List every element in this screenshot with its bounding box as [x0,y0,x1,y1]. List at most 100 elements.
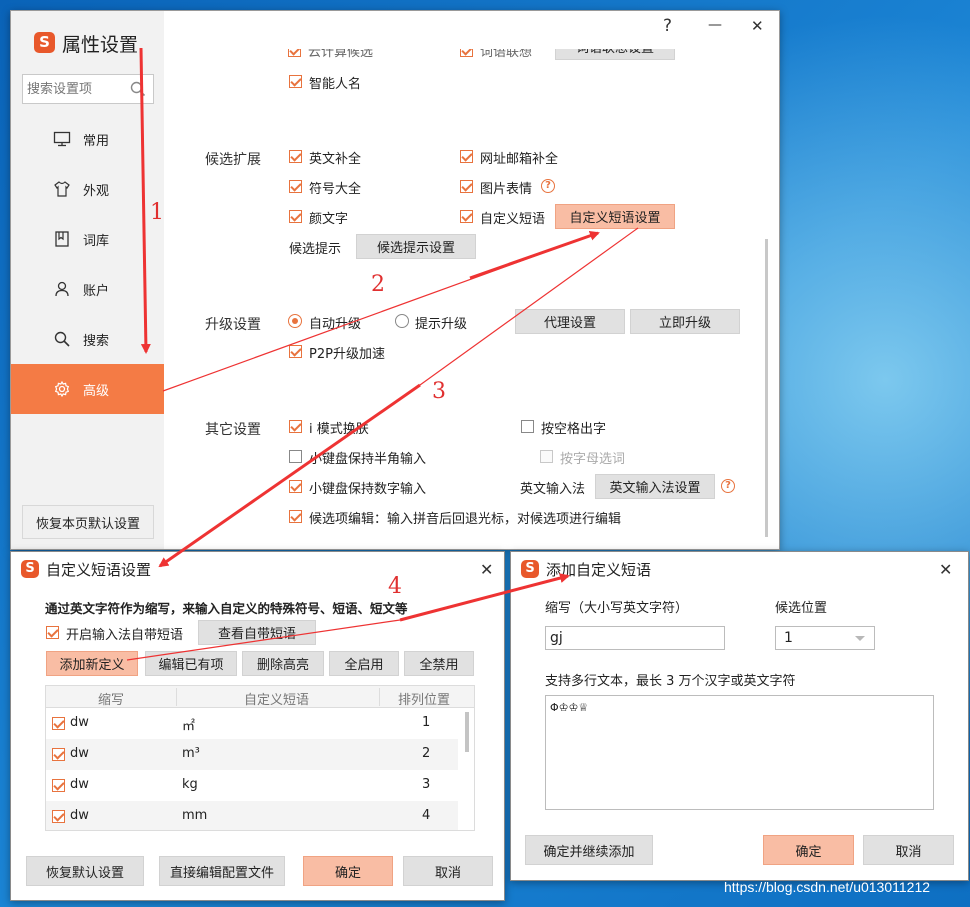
imode-skin-label: i 模式换肤 [309,422,369,437]
letter-select-label: 按字母选词 [560,452,626,467]
sogou-logo: S [521,560,539,578]
p2p-checkbox[interactable] [289,345,302,358]
symbols-checkbox[interactable] [289,180,302,193]
nav-item-lexicon[interactable]: 词库 [11,214,164,264]
candidate-edit-checkbox[interactable] [289,510,302,523]
english-complete-checkbox[interactable] [289,150,302,163]
numpad-digit-checkbox[interactable] [289,480,302,493]
letter-select-checkbox[interactable] [540,450,553,463]
smart-name-label: 智能人名 [309,77,362,92]
nav-label: 高级 [83,384,110,399]
table-scrollbar[interactable] [465,712,469,752]
symbols-label: 符号大全 [309,182,362,197]
view-builtin-button[interactable]: 查看自带短语 [198,620,316,645]
english-ime-settings-button[interactable]: 英文输入法设置 [595,474,715,499]
prompt-upgrade-radio[interactable] [395,314,409,328]
window-title: 属性设置 [62,34,139,56]
table-row[interactable]: dw ㎡ 1 [46,708,458,739]
position-value: 1 [784,630,793,646]
proxy-settings-button[interactable]: 代理设置 [515,309,625,334]
upgrade-heading: 升级设置 [205,317,261,333]
add-new-button[interactable]: 添加新定义 [46,651,138,676]
ok-button[interactable]: 确定 [763,835,854,865]
disable-all-button[interactable]: 全禁用 [404,651,474,676]
row-abbr: dw [70,715,89,730]
search-input[interactable] [27,80,127,98]
imode-skin-checkbox[interactable] [289,420,302,433]
row-phrase: ㎡ [182,719,196,734]
abbr-label: 缩写（大小写英文字符） [545,601,689,616]
nav-label: 词库 [83,234,110,249]
upgrade-now-button[interactable]: 立即升级 [630,309,740,334]
enable-builtin-phrase-checkbox[interactable] [46,626,59,639]
edit-existing-button[interactable]: 编辑已有项 [145,651,237,676]
annotation-number-2: 2 [371,272,385,297]
search-icon [54,331,70,347]
candidate-tip-settings-button[interactable]: 候选提示设置 [356,234,476,259]
abbr-input[interactable]: gj [545,626,725,650]
cancel-button[interactable]: 取消 [863,835,954,865]
candidate-edit-label: 候选项编辑：输入拼音后回退光标，对候选项进行编辑 [309,512,622,527]
table-row[interactable]: dw m³ 2 [46,739,458,770]
phrase-textarea[interactable]: Φ♔♔♕ [545,695,934,810]
kaomoji-checkbox[interactable] [289,210,302,223]
prompt-upgrade-label: 提示升级 [415,317,468,332]
column-header: 自定义短语 [244,693,310,708]
nav-label: 账户 [83,284,110,299]
smart-name-checkbox[interactable] [289,75,302,88]
cloud-candidate-checkbox[interactable] [288,49,301,57]
monitor-icon [53,131,71,147]
delete-highlight-button[interactable]: 删除高亮 [242,651,324,676]
nav-item-account[interactable]: 账户 [11,264,164,314]
numpad-half-width-checkbox[interactable] [289,450,302,463]
row-position: 1 [422,715,431,730]
close-button[interactable]: ✕ [939,560,952,579]
custom-phrase-checkbox[interactable] [460,210,473,223]
help-circle-icon[interactable]: ? [541,179,555,193]
close-button[interactable]: ✕ [751,17,764,35]
custom-phrase-dialog: S 自定义短语设置 ✕ 通过英文字符作为缩写，来输入自定义的特殊符号、短语、短文… [10,551,505,901]
restore-defaults-button[interactable]: 恢复本页默认设置 [22,505,154,539]
search-icon[interactable] [130,81,146,97]
other-settings-heading: 其它设置 [205,422,261,438]
scrollbar[interactable] [765,239,768,537]
restore-default-button[interactable]: 恢复默认设置 [26,856,144,886]
picture-emoji-checkbox[interactable] [460,180,473,193]
sogou-logo: S [34,32,55,53]
nav-item-common[interactable]: 常用 [11,114,164,164]
custom-phrase-settings-button[interactable]: 自定义短语设置 [555,204,675,229]
picture-emoji-label: 图片表情 [480,182,533,197]
table-row[interactable]: dw kg 3 [46,770,458,801]
url-email-checkbox[interactable] [460,150,473,163]
space-output-checkbox[interactable] [521,420,534,433]
nav-item-advanced[interactable]: 高级 [11,364,164,414]
table-row[interactable]: dw mm 4 [46,801,458,830]
row-checkbox[interactable] [52,717,65,730]
chevron-down-icon[interactable] [854,635,866,643]
edit-config-file-button[interactable]: 直接编辑配置文件 [159,856,285,886]
annotation-number-1: 1 [150,200,164,225]
search-box[interactable] [22,74,154,104]
close-button[interactable]: ✕ [480,560,493,579]
row-checkbox[interactable] [52,748,65,761]
ok-continue-button[interactable]: 确定并继续添加 [525,835,653,865]
row-checkbox[interactable] [52,810,65,823]
enable-all-button[interactable]: 全启用 [329,651,399,676]
row-abbr: dw [70,777,89,792]
word-association-settings-button[interactable]: 词语联想设置 [555,49,675,60]
help-circle-icon[interactable]: ? [721,479,735,493]
position-select[interactable]: 1 [775,626,875,650]
row-position: 2 [422,746,431,761]
cancel-button[interactable]: 取消 [403,856,493,886]
ok-button[interactable]: 确定 [303,856,393,886]
help-button[interactable]: ? [663,16,672,36]
phrase-text: Φ♔♔♕ [550,701,589,714]
nav-item-appearance[interactable]: 外观 [11,164,164,214]
nav-item-search[interactable]: 搜索 [11,314,164,364]
word-association-checkbox[interactable] [460,49,473,57]
nav-label: 常用 [83,134,110,149]
row-checkbox[interactable] [52,779,65,792]
minimize-button[interactable]: — [708,17,722,33]
auto-upgrade-radio[interactable] [288,314,302,328]
description: 通过英文字符作为缩写，来输入自定义的特殊符号、短语、短文等 [45,601,408,616]
